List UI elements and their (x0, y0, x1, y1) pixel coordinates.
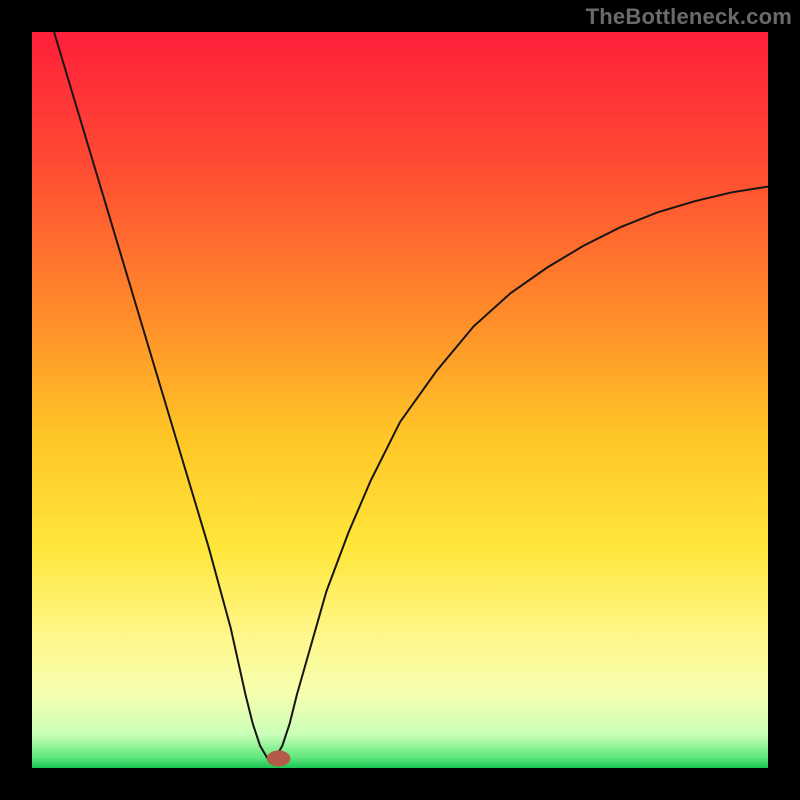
chart-frame: TheBottleneck.com (0, 0, 800, 800)
gradient-background (32, 32, 768, 768)
optimal-point-marker (267, 750, 291, 766)
chart-svg (32, 32, 768, 768)
plot-area (32, 32, 768, 768)
watermark-text: TheBottleneck.com (586, 4, 792, 30)
